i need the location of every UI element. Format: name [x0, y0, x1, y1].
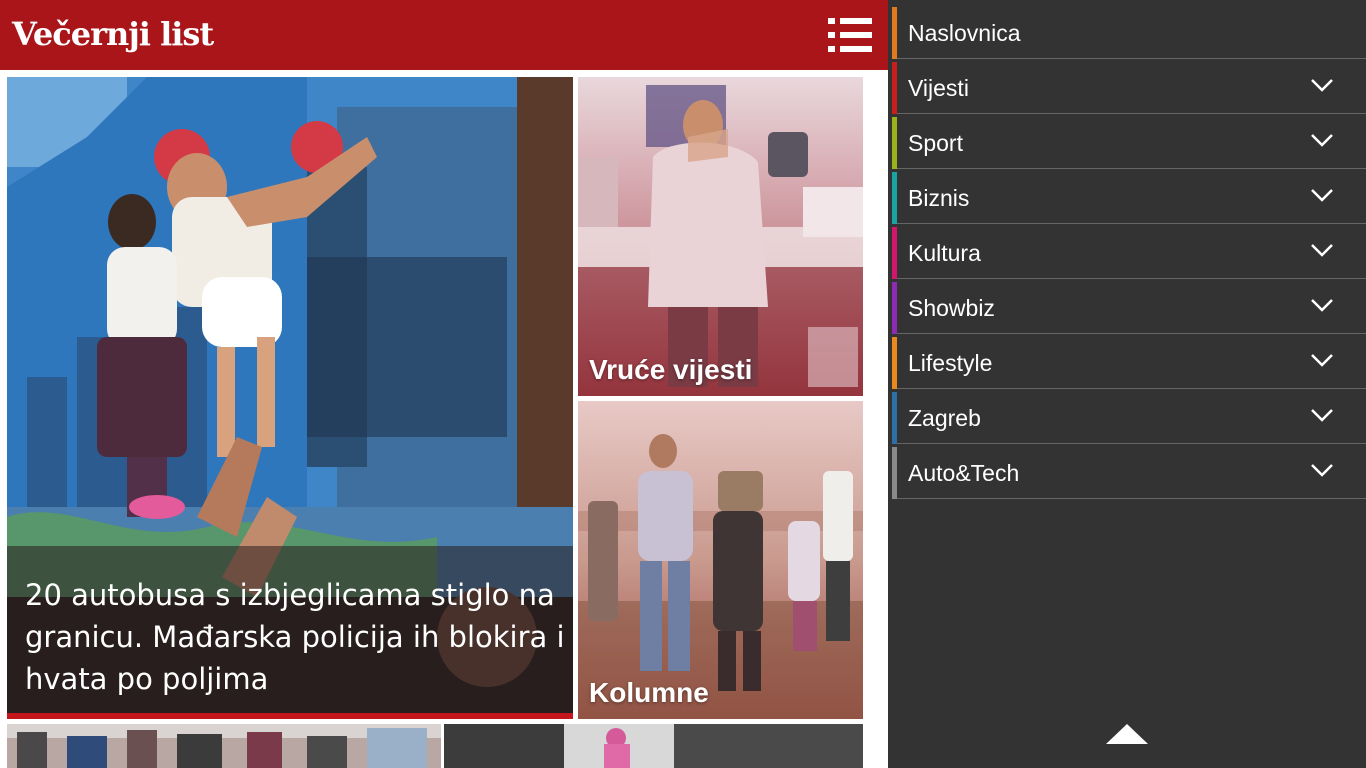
category-color-stripe: [892, 62, 897, 114]
sidebar-item-label: Vijesti: [908, 75, 969, 101]
story-tile-bottom-2[interactable]: [444, 724, 863, 768]
chevron-down-icon[interactable]: [1310, 462, 1334, 478]
sidebar-item-label: Auto&Tech: [908, 460, 1020, 486]
category-color-stripe: [892, 7, 897, 59]
hot-news-tile[interactable]: Vruće vijesti: [578, 77, 863, 396]
main-story-tile[interactable]: 20 autobusa s izbjeglicama stiglo na gra…: [7, 77, 573, 719]
category-color-stripe: [892, 447, 897, 499]
site-logo[interactable]: Večernji list: [12, 12, 214, 56]
sidebar-item-label: Kultura: [908, 240, 981, 266]
sidebar-item-kultura[interactable]: Kultura: [892, 224, 1366, 279]
category-color-stripe: [892, 227, 897, 279]
story-image-bottom-1: [7, 724, 441, 768]
category-color-stripe: [892, 337, 897, 389]
sidebar-item-lifestyle[interactable]: Lifestyle: [892, 334, 1366, 389]
main-story-caption: 20 autobusa s izbjeglicama stiglo na gra…: [7, 546, 573, 713]
chevron-down-icon[interactable]: [1310, 297, 1334, 313]
sidebar-item-label: Zagreb: [908, 405, 981, 431]
hot-news-label: Vruće vijesti: [589, 354, 753, 385]
sidebar-item-label: Lifestyle: [908, 350, 993, 376]
sidebar-item-showbiz[interactable]: Showbiz: [892, 279, 1366, 334]
sidebar-item-zagreb[interactable]: Zagreb: [892, 389, 1366, 444]
navigation-sidebar: Naslovnica Vijesti Sport Biznis Kultura …: [888, 0, 1366, 768]
sidebar-item-auto-tech[interactable]: Auto&Tech: [892, 444, 1366, 499]
main-story-headline[interactable]: 20 autobusa s izbjeglicama stiglo na gra…: [25, 574, 565, 700]
category-color-stripe: [892, 282, 897, 334]
category-color-stripe: [892, 392, 897, 444]
list-menu-icon[interactable]: [828, 18, 872, 52]
sidebar-item-label: Showbiz: [908, 295, 995, 321]
hot-news-image: [578, 77, 863, 396]
app-header: Večernji list: [0, 0, 888, 70]
columns-image: [578, 401, 863, 719]
chevron-down-icon[interactable]: [1310, 187, 1334, 203]
chevron-down-icon[interactable]: [1310, 407, 1334, 423]
category-color-stripe: [892, 117, 897, 169]
columns-label: Kolumne: [589, 677, 709, 708]
story-tile-bottom-1[interactable]: [7, 724, 441, 768]
story-image-bottom-2: [444, 724, 863, 768]
chevron-down-icon[interactable]: [1310, 352, 1334, 368]
chevron-down-icon[interactable]: [1310, 77, 1334, 93]
sidebar-item-label: Naslovnica: [908, 20, 1021, 46]
sidebar-item-label: Biznis: [908, 185, 970, 211]
sidebar-item-label: Sport: [908, 130, 963, 156]
columns-tile[interactable]: Kolumne: [578, 401, 863, 719]
arrow-up-icon[interactable]: [1106, 722, 1148, 746]
main-story-accent-bar: [7, 713, 573, 719]
sidebar-item-vijesti[interactable]: Vijesti: [892, 59, 1366, 114]
sidebar-item-biznis[interactable]: Biznis: [892, 169, 1366, 224]
category-color-stripe: [892, 172, 897, 224]
sidebar-item-sport[interactable]: Sport: [892, 114, 1366, 169]
chevron-down-icon[interactable]: [1310, 132, 1334, 148]
chevron-down-icon[interactable]: [1310, 242, 1334, 258]
sidebar-item-naslovnica[interactable]: Naslovnica: [892, 4, 1366, 59]
